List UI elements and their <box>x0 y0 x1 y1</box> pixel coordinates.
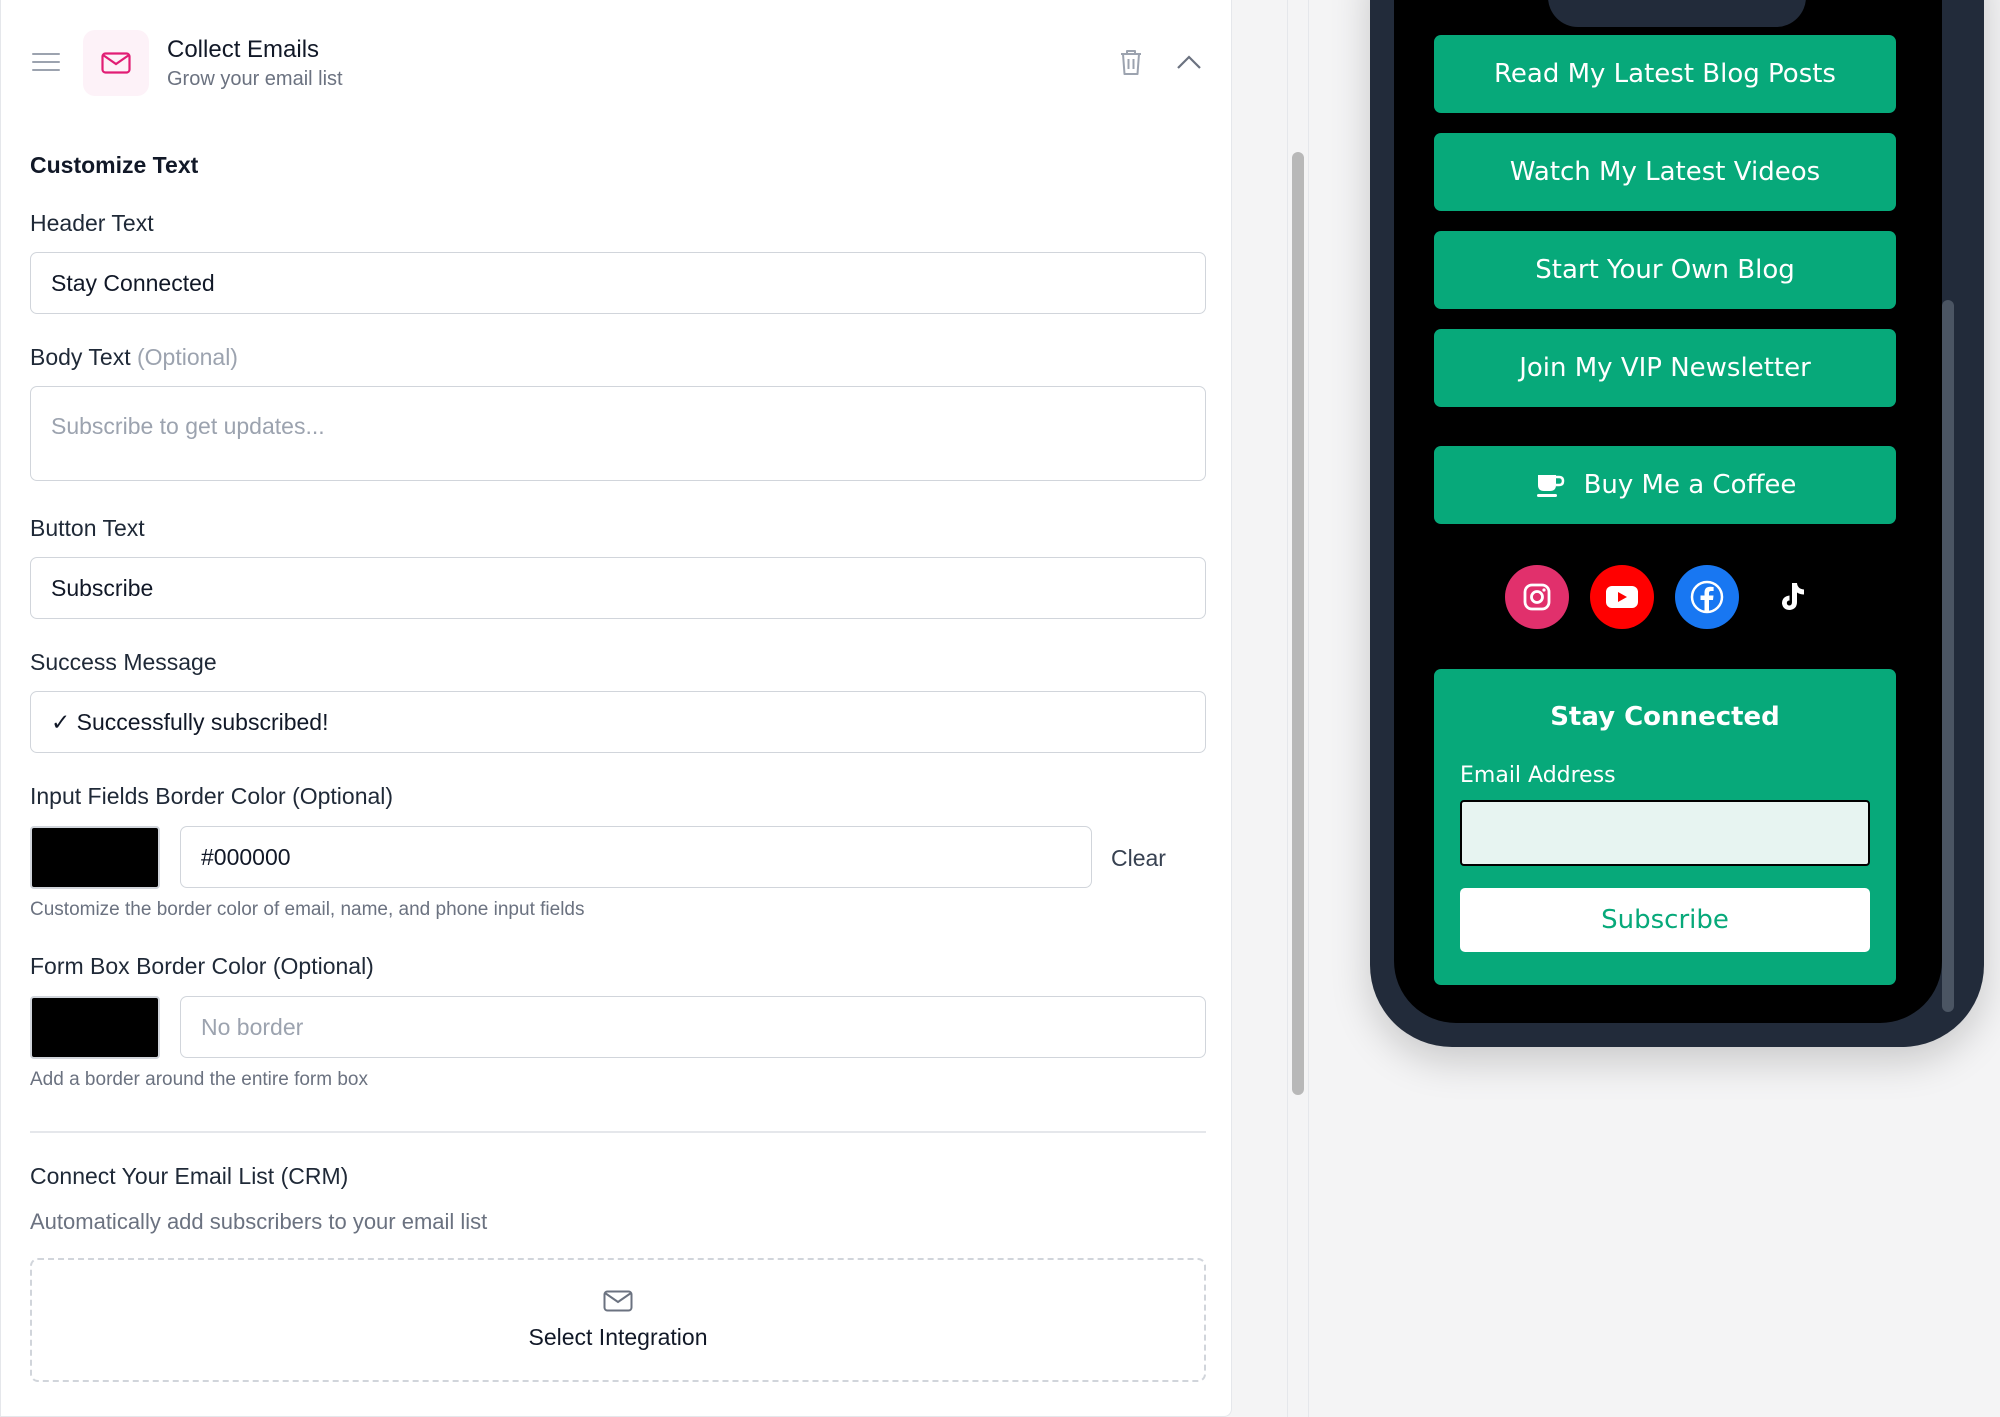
collect-emails-editor: Collect Emails Grow your email list Cust… <box>0 0 1232 1417</box>
coffee-cup-icon <box>1534 469 1566 501</box>
select-integration-label: Select Integration <box>528 1323 708 1350</box>
input-border-color-label: Input Fields Border Color (Optional) <box>30 783 394 809</box>
select-integration-button[interactable]: Select Integration <box>30 1258 1206 1382</box>
buy-me-a-coffee-label: Buy Me a Coffee <box>1583 470 1797 500</box>
tiktok-icon[interactable] <box>1760 565 1824 629</box>
youtube-icon[interactable] <box>1590 565 1654 629</box>
collapse-button[interactable] <box>1171 44 1207 80</box>
facebook-icon[interactable] <box>1675 565 1739 629</box>
chevron-up-icon <box>1177 55 1201 69</box>
success-message-input[interactable]: ✓ Successfully subscribed! <box>30 691 1206 753</box>
success-message-label: Success Message <box>30 649 217 675</box>
body-text-input[interactable]: Subscribe to get updates... <box>30 386 1206 481</box>
card-subtitle: Grow your email list <box>167 68 343 90</box>
preview-scrollbar[interactable] <box>1942 300 1954 1012</box>
clear-color-button[interactable]: Clear <box>1111 845 1166 872</box>
body-text-label: Body Text (Optional) <box>30 344 238 370</box>
input-border-color-swatch[interactable] <box>30 826 160 889</box>
drag-handle-icon[interactable] <box>32 53 60 73</box>
subscribe-button[interactable]: Subscribe <box>1460 888 1870 952</box>
card-title: Collect Emails <box>167 36 320 63</box>
button-text-label: Button Text <box>30 515 145 541</box>
input-border-help-text: Customize the border color of email, nam… <box>30 899 585 920</box>
button-text-input[interactable]: Subscribe <box>30 557 1206 619</box>
header-text-input[interactable]: Stay Connected <box>30 252 1206 314</box>
mail-icon <box>603 1290 633 1311</box>
link-button-blog-posts[interactable]: Read My Latest Blog Posts <box>1434 35 1896 113</box>
link-button-videos[interactable]: Watch My Latest Videos <box>1434 133 1896 211</box>
link-button-start-blog[interactable]: Start Your Own Blog <box>1434 231 1896 309</box>
email-address-label: Email Address <box>1460 763 1616 788</box>
link-button-vip-newsletter[interactable]: Join My VIP Newsletter <box>1434 329 1896 407</box>
instagram-icon[interactable] <box>1505 565 1569 629</box>
header-text-label: Header Text <box>30 210 154 236</box>
form-title: Stay Connected <box>1550 702 1780 732</box>
phone-notch <box>1548 0 1806 27</box>
buy-me-a-coffee-button[interactable]: Buy Me a Coffee <box>1434 446 1896 524</box>
email-address-input[interactable] <box>1460 800 1870 866</box>
mail-icon <box>83 30 149 96</box>
crm-heading: Connect Your Email List (CRM) <box>30 1163 349 1189</box>
card-header: Collect Emails Grow your email list <box>1 0 1233 128</box>
section-divider <box>30 1131 1206 1133</box>
input-border-color-field[interactable]: #000000 <box>180 826 1092 888</box>
form-border-color-swatch[interactable] <box>30 996 160 1059</box>
form-border-help-text: Add a border around the entire form box <box>30 1069 368 1090</box>
crm-subtitle: Automatically add subscribers to your em… <box>30 1209 488 1234</box>
form-border-color-field[interactable]: No border <box>180 996 1206 1058</box>
customize-text-heading: Customize Text <box>30 152 199 178</box>
trash-icon <box>1121 50 1141 75</box>
editor-scrollbar-thumb[interactable] <box>1292 152 1304 1095</box>
form-border-color-label: Form Box Border Color (Optional) <box>30 953 374 979</box>
delete-button[interactable] <box>1113 44 1149 80</box>
